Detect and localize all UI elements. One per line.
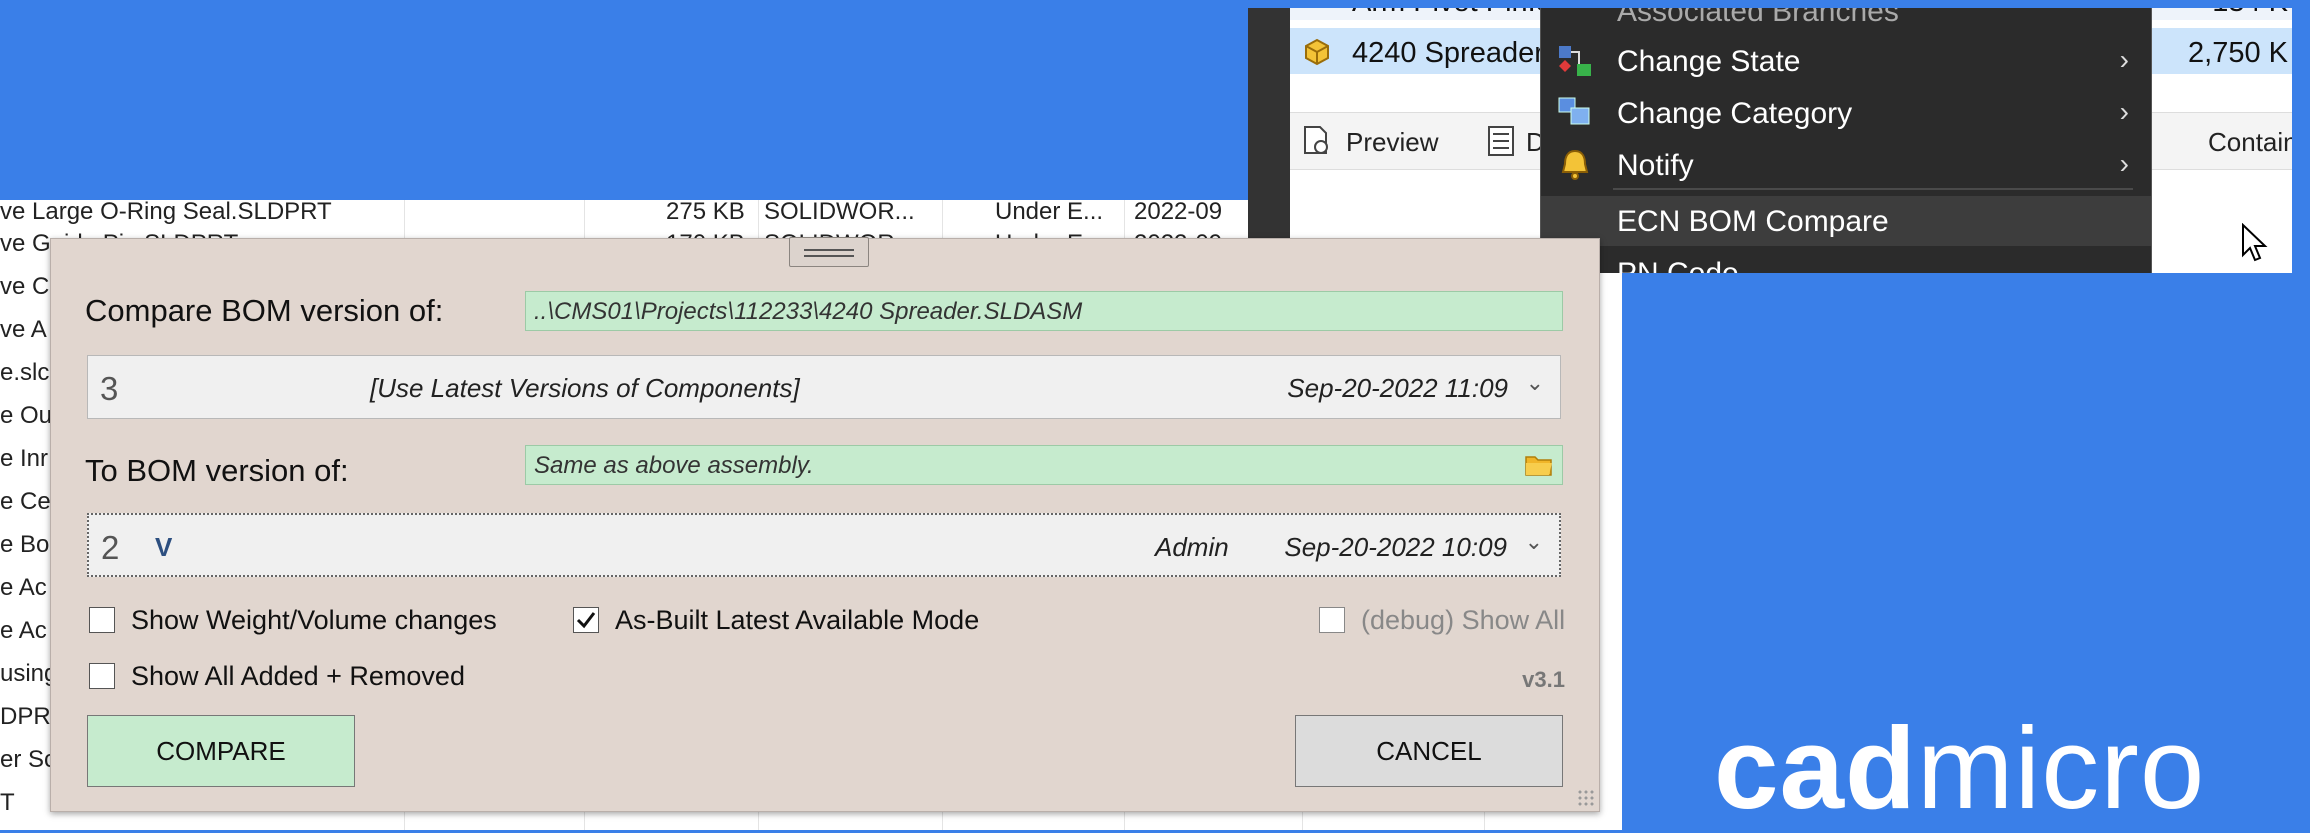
mouse-cursor-icon: [2242, 223, 2268, 262]
file-name: e Ou: [0, 402, 53, 429]
menu-item-ecn-bom-compare[interactable]: ECN BOM Compare: [1541, 196, 2151, 246]
version-label: v3.1: [1522, 667, 1565, 692]
file-name: 4240 Spreader.: [1352, 37, 1551, 69]
file-name: e.slc: [0, 359, 50, 386]
file-name: ve C: [0, 273, 50, 300]
version-date: Sep-20-2022 11:09: [1287, 373, 1508, 403]
version-note: V: [155, 532, 173, 562]
logo-light: micro: [1916, 703, 2206, 833]
change-category-icon: [1558, 97, 1590, 125]
as-built-label: As-Built Latest Available Mode: [615, 605, 980, 635]
version-b-select[interactable]: 2 V Admin Sep-20-2022 10:09 ⌄: [87, 513, 1561, 577]
show-weight-label: Show Weight/Volume changes: [131, 605, 497, 635]
checkmark-icon: [576, 612, 596, 629]
version-number: 3: [100, 370, 119, 407]
chevron-right-icon: ›: [2119, 148, 2129, 179]
file-name: Arm Pivot Pin.S: [1352, 8, 1555, 19]
file-name: e Ac: [0, 574, 47, 601]
version-a-select[interactable]: 3 [Use Latest Versions of Components] Se…: [87, 355, 1561, 419]
resize-grip[interactable]: [1577, 789, 1595, 807]
menu-item-pn-code[interactable]: PN Code: [1541, 248, 2151, 273]
file-name: e Bo: [0, 531, 50, 558]
menu-item-change-category[interactable]: Change Category ›: [1541, 88, 2151, 138]
ecn-bom-compare-dialog: Compare BOM version of: ..\CMS01\Project…: [50, 237, 1600, 812]
file-name: ve A: [0, 316, 47, 343]
tab-preview[interactable]: Preview: [1346, 127, 1438, 158]
context-menu: Associated Branches Change State › Chang…: [1540, 8, 2268, 273]
file-name: using: [0, 660, 58, 687]
version-user: Admin: [1155, 532, 1229, 562]
file-name: e Ce: [0, 488, 51, 515]
to-path-field[interactable]: Same as above assembly.: [525, 445, 1563, 485]
chevron-right-icon: ›: [2119, 96, 2129, 127]
to-path-text: Same as above assembly.: [534, 452, 814, 479]
bell-icon: [1561, 149, 1589, 180]
compare-path-field[interactable]: ..\CMS01\Projects\112233\4240 Spreader.S…: [525, 291, 1563, 331]
menu-item-change-state[interactable]: Change State ›: [1541, 36, 2151, 86]
version-note: [Use Latest Versions of Components]: [370, 373, 800, 403]
cancel-button[interactable]: CANCEL: [1295, 715, 1563, 787]
chevron-down-icon: ⌄: [1524, 529, 1543, 554]
logo-bold: cad: [1714, 703, 1917, 833]
file-name: T: [0, 789, 15, 816]
debug-show-all-checkbox[interactable]: [1319, 607, 1345, 633]
file-name: e Inr: [0, 445, 49, 472]
file-size: 2,750 K: [2188, 37, 2288, 69]
chevron-right-icon: ›: [2119, 44, 2129, 75]
show-added-removed-checkbox[interactable]: [89, 663, 115, 689]
file-name: e Ac: [0, 617, 47, 644]
cadmicro-logo: cadmicro: [1714, 710, 2205, 826]
to-label: To BOM version of:: [85, 453, 349, 488]
menu-separator: [1613, 188, 2133, 190]
context-menu-inset: Arm Pivot Pin.S 134 K 4240 Spreader. 2,7…: [1248, 8, 2292, 273]
compare-button[interactable]: COMPARE: [87, 715, 355, 787]
debug-show-all-label: (debug) Show All: [1361, 605, 1566, 635]
preview-icon: [1304, 126, 1328, 154]
file-name: er Sc: [0, 746, 57, 773]
tab-contains[interactable]: Contains: [2208, 127, 2292, 158]
version-number: 2: [101, 529, 120, 566]
file-size: 134 K: [2212, 8, 2288, 19]
vault-sidebar: [1248, 8, 1290, 273]
show-weight-checkbox[interactable]: [89, 607, 115, 633]
menu-item-notify[interactable]: Notify ›: [1541, 140, 2151, 190]
menu-item-associated-branches[interactable]: Associated Branches: [1541, 8, 2151, 36]
drag-handle[interactable]: [789, 237, 869, 267]
chevron-down-icon: ⌄: [1525, 370, 1544, 395]
change-state-icon: [1559, 46, 1591, 76]
datacard-icon: [1488, 126, 1514, 156]
assembly-icon: [1305, 38, 1329, 66]
folder-icon[interactable]: [1524, 452, 1554, 478]
compare-label: Compare BOM version of:: [85, 293, 444, 328]
show-added-removed-label: Show All Added + Removed: [131, 661, 465, 691]
version-date: Sep-20-2022 10:09: [1284, 532, 1507, 562]
as-built-checkbox[interactable]: [573, 607, 599, 633]
